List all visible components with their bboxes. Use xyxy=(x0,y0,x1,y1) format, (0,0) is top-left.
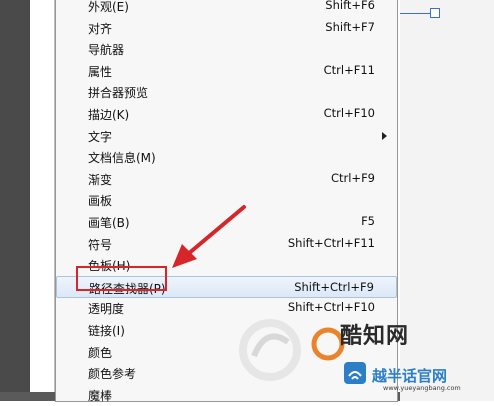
watermark-name: 酷知网 xyxy=(340,324,410,349)
watermark-url: www.yueyangbang.com xyxy=(383,384,461,392)
arrow-shaft xyxy=(186,205,246,256)
annotation-arrow xyxy=(172,205,246,268)
watermark-site-name: 越半话官网 xyxy=(372,367,448,385)
